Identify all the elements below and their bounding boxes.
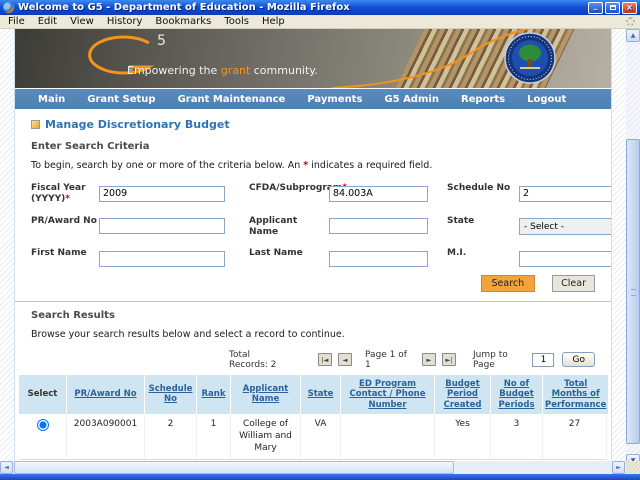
horizontal-scroll-thumb[interactable] (14, 461, 454, 474)
nav-reports[interactable]: Reports (450, 94, 516, 105)
form-row-2: PR/Award No Applicant Name State - Selec… (31, 214, 611, 239)
results-table: Select PR/Award No Schedule No Rank Appl… (19, 374, 610, 462)
menu-view[interactable]: View (70, 16, 94, 27)
last-page-button[interactable]: ►| (441, 353, 457, 366)
window-title: Welcome to G5 - Department of Education … (18, 2, 350, 13)
results-instructions: Browse your search results below and sel… (31, 328, 345, 340)
minimize-button[interactable]: _ (588, 1, 603, 14)
col-budget-period-created[interactable]: Budget Period Created (435, 374, 491, 415)
last-name-input[interactable] (329, 250, 428, 267)
menu-history[interactable]: History (107, 16, 143, 27)
table-row: 2003A090001 2 1 College of William and M… (19, 414, 607, 461)
search-button[interactable]: Search (480, 274, 536, 292)
col-state[interactable]: State (301, 374, 341, 415)
g5-header-banner: 5 Empowering the grant community. (15, 29, 611, 88)
menu-help[interactable]: Help (262, 16, 285, 27)
section-divider (15, 300, 611, 302)
col-schedule-no[interactable]: Schedule No (145, 374, 197, 415)
window-titlebar: Welcome to G5 - Department of Education … (0, 0, 640, 15)
main-navigation: Main Grant Setup Grant Maintenance Payme… (15, 89, 611, 109)
middle-initial-input[interactable] (519, 250, 611, 267)
scroll-right-icon[interactable]: ► (612, 461, 625, 474)
row-1-radio[interactable] (36, 419, 49, 432)
paginator-top: Total Records: 2 |◄ ◄ Page 1 of 1 ► ►| J… (229, 350, 595, 370)
restore-button[interactable] (605, 1, 620, 14)
col-ed-program-contact[interactable]: ED Program Contact / Phone Number (341, 374, 435, 415)
col-applicant-name[interactable]: Applicant Name (231, 374, 301, 415)
nav-grant-maintenance[interactable]: Grant Maintenance (167, 94, 297, 105)
schedule-no-label: Schedule No (447, 183, 511, 193)
col-select: Select (19, 374, 67, 415)
schedule-no-input[interactable] (519, 185, 611, 202)
form-row-1: Fiscal Year (YYYY)* CFDA/Subprogram* Sch… (31, 181, 611, 206)
jump-to-page-input[interactable] (532, 352, 555, 367)
search-instructions: To begin, search by one or more of the c… (31, 160, 433, 171)
content-area: Manage Discretionary Budget Enter Search… (15, 109, 611, 462)
window-bottom-frame (0, 474, 640, 480)
form-row-3: First Name Last Name M.I. (31, 246, 611, 267)
jump-to-page-label: Jump to Page (473, 349, 508, 370)
middle-initial-label: M.I. (447, 248, 467, 258)
menu-file[interactable]: File (8, 16, 25, 27)
horizontal-scrollbar[interactable]: ◄ ► (0, 461, 640, 474)
menu-bookmarks[interactable]: Bookmarks (155, 16, 211, 27)
fiscal-year-label: Fiscal Year (YYYY)* (31, 183, 86, 205)
results-table-header: Select PR/Award No Schedule No Rank Appl… (19, 374, 610, 415)
tagline: Empowering the grant community. (127, 64, 318, 77)
col-rank[interactable]: Rank (197, 374, 231, 415)
vertical-scrollbar[interactable]: ▲ ▼ (626, 29, 640, 467)
throbber-icon (626, 17, 635, 26)
col-no-of-budget-periods[interactable]: No of Budget Periods (491, 374, 543, 415)
restore-icon (609, 4, 616, 10)
next-page-button[interactable]: ► (421, 353, 436, 366)
bullet-icon (31, 120, 40, 129)
pr-award-no-input[interactable] (99, 218, 225, 234)
menu-bar: File Edit View History Bookmarks Tools H… (0, 15, 640, 29)
page-title: Manage Discretionary Budget (31, 118, 595, 131)
state-label: State (447, 215, 475, 226)
pr-award-no-label: PR/Award No (31, 215, 97, 226)
menu-edit[interactable]: Edit (38, 16, 57, 27)
search-results-heading: Search Results (31, 309, 115, 321)
department-of-education-seal (504, 32, 556, 84)
nav-logout[interactable]: Logout (516, 94, 577, 105)
nav-grant-setup[interactable]: Grant Setup (76, 94, 166, 105)
prev-page-button[interactable]: ◄ (337, 353, 353, 366)
page-indicator: Page 1 of 1 (365, 349, 407, 370)
firefox-icon (3, 2, 14, 13)
page-body: 5 Empowering the grant community. Main G… (14, 29, 612, 462)
nav-payments[interactable]: Payments (296, 94, 373, 105)
cfda-subprogram-input[interactable] (329, 185, 428, 202)
state-select[interactable]: - Select - (519, 218, 611, 235)
cfda-subprogram-label: CFDA/Subprogram* (249, 183, 347, 193)
total-records: Total Records: 2 (229, 349, 277, 370)
g5-logo-five: 5 (157, 33, 166, 49)
clear-button[interactable]: Clear (552, 274, 595, 292)
applicant-name-input[interactable] (329, 218, 428, 234)
vertical-scroll-thumb[interactable] (626, 139, 640, 444)
scroll-left-icon[interactable]: ◄ (0, 461, 13, 474)
col-total-months[interactable]: Total Months of Performance (543, 374, 610, 415)
applicant-name-label: Applicant Name (249, 215, 298, 237)
search-button-row: Search Clear (31, 274, 595, 292)
resize-corner (626, 461, 640, 474)
close-button[interactable]: × (622, 1, 637, 14)
nav-main[interactable]: Main (27, 94, 76, 105)
first-name-label: First Name (31, 248, 87, 258)
go-button[interactable]: Go (562, 352, 595, 367)
col-pr-award-no[interactable]: PR/Award No (67, 374, 145, 415)
browser-viewport: 5 Empowering the grant community. Main G… (0, 29, 626, 462)
scroll-up-icon[interactable]: ▲ (626, 29, 640, 42)
menu-tools[interactable]: Tools (224, 16, 249, 27)
first-name-input[interactable] (99, 250, 225, 267)
tagline-grant: grant (220, 64, 251, 77)
fiscal-year-input[interactable] (99, 185, 225, 202)
first-page-button[interactable]: |◄ (317, 353, 332, 366)
nav-g5-admin[interactable]: G5 Admin (373, 94, 450, 105)
last-name-label: Last Name (249, 248, 303, 258)
search-criteria-heading: Enter Search Criteria (31, 141, 150, 152)
